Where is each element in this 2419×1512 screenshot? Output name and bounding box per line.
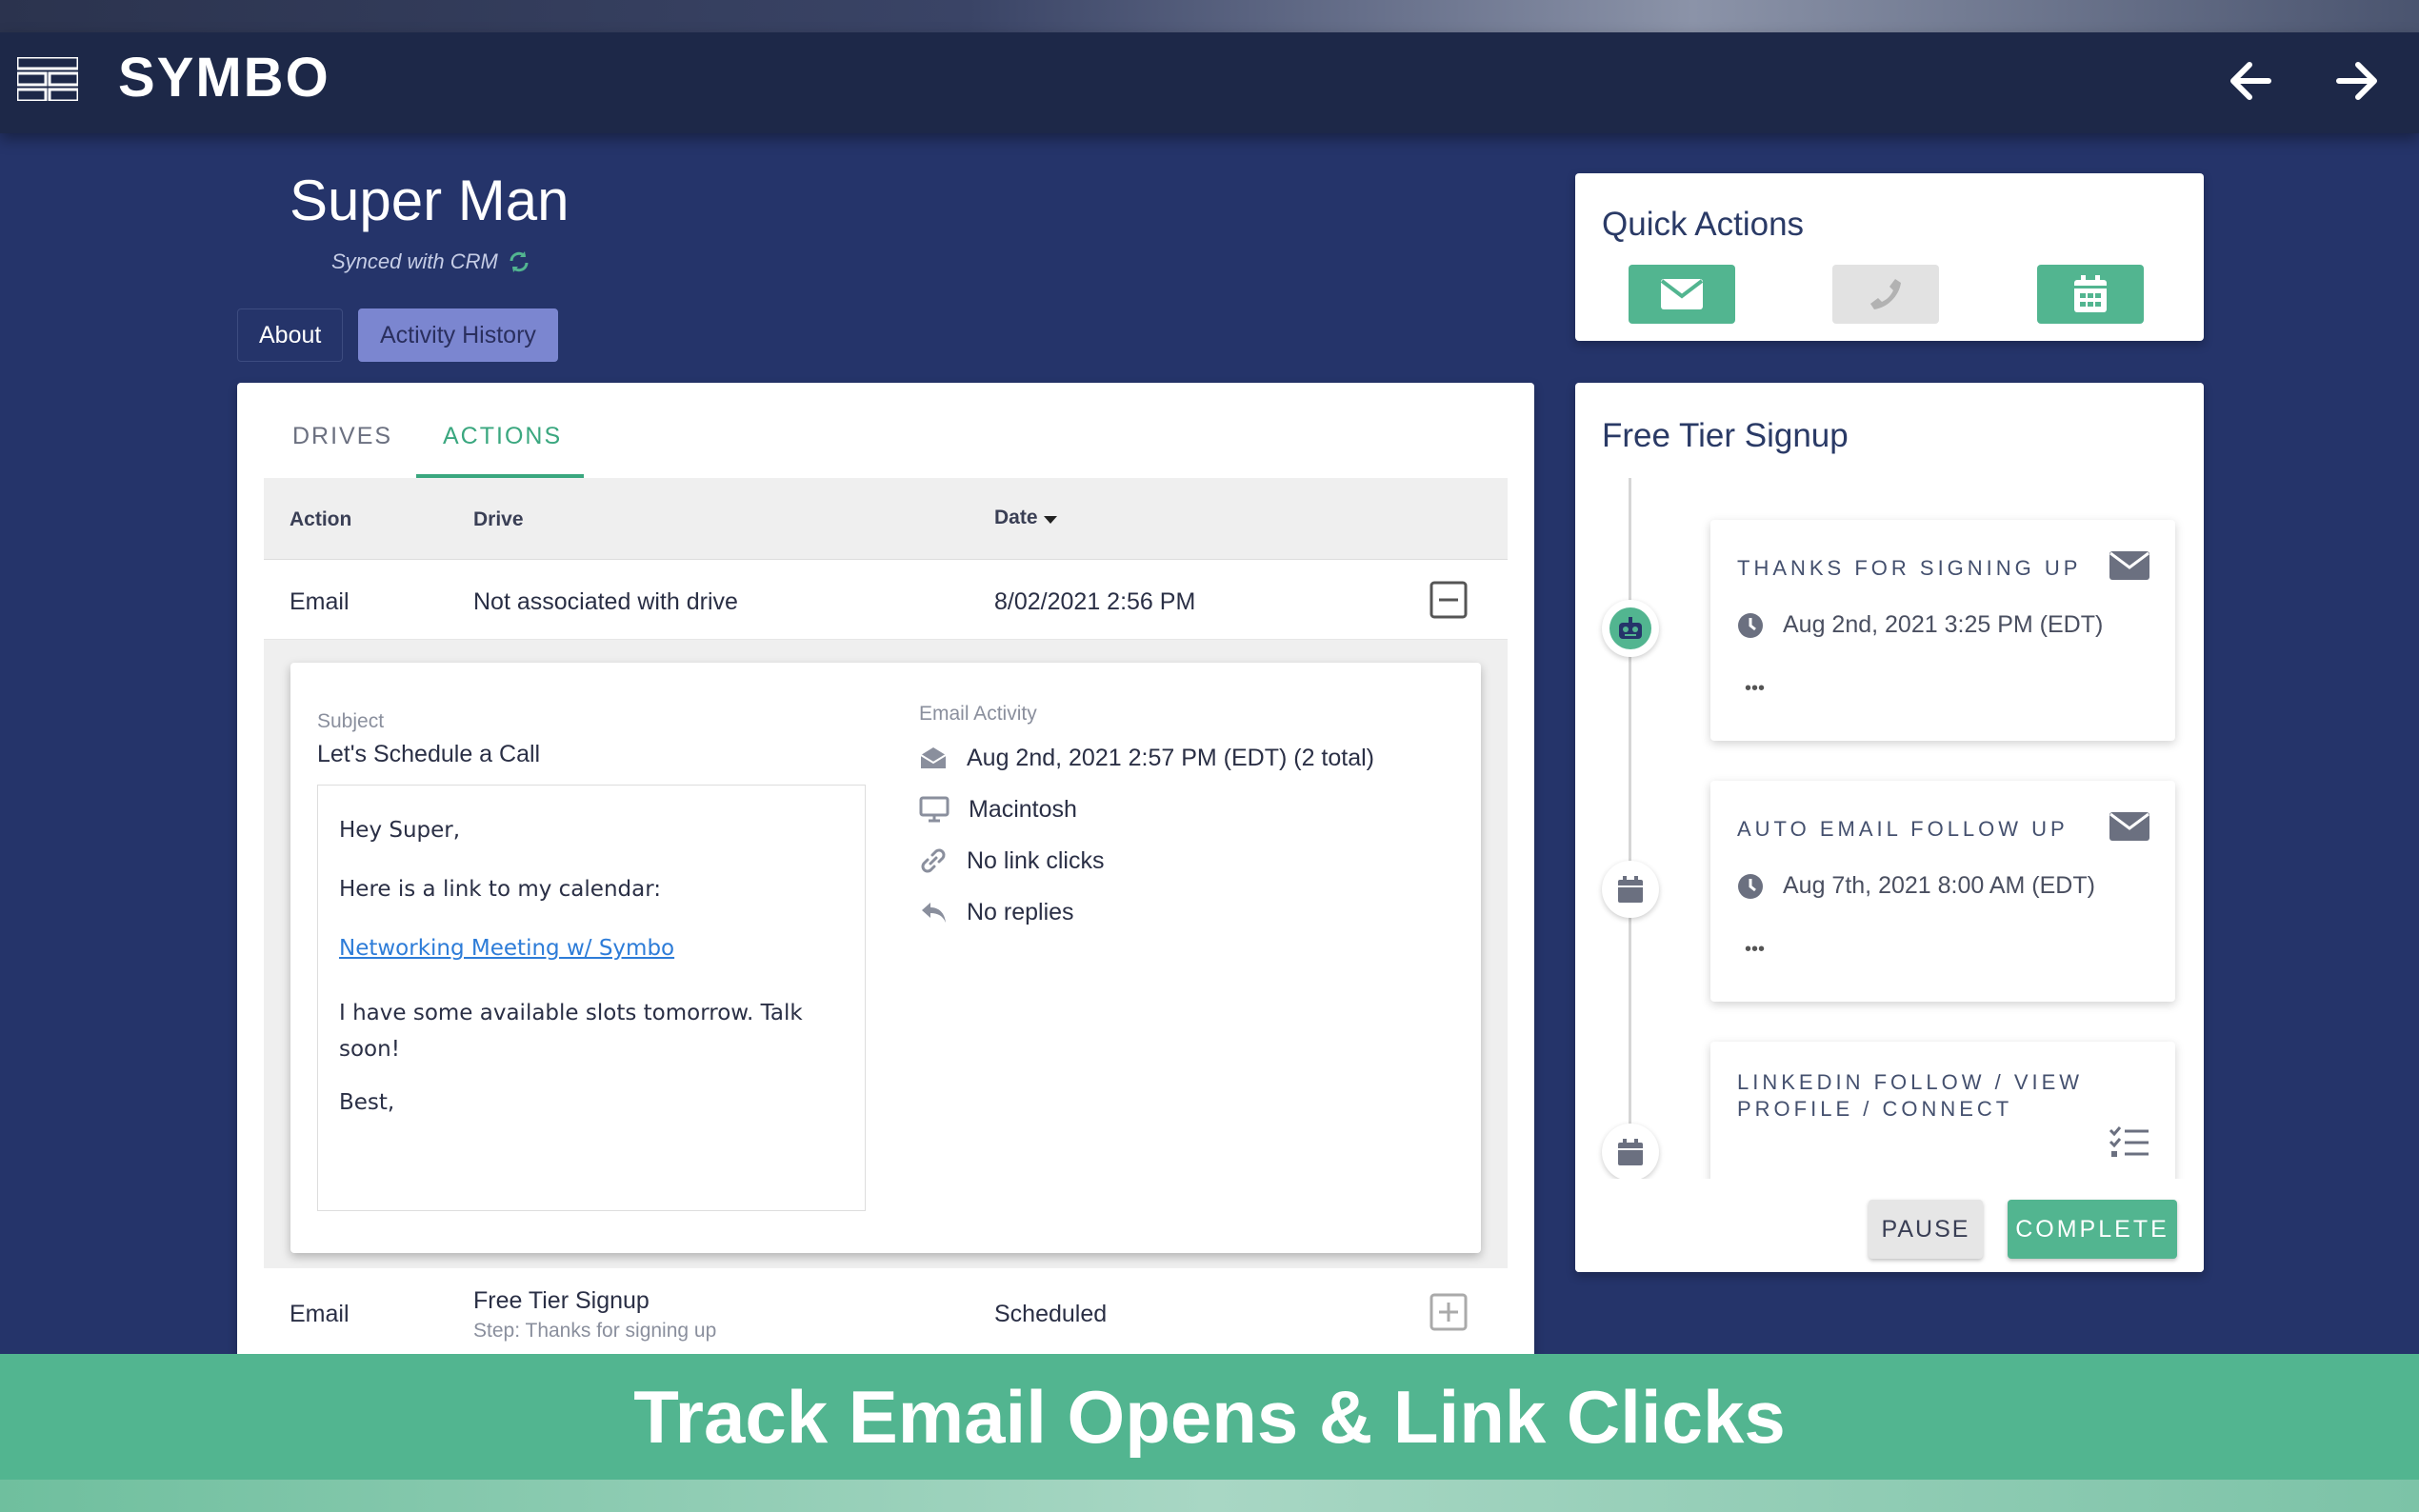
schedule-action-button[interactable] — [2037, 265, 2144, 324]
body-line2: I have some available slots tomorrow. Ta… — [339, 1001, 803, 1062]
timeline-node — [1602, 1124, 1659, 1181]
timeline-node — [1602, 600, 1659, 657]
tab-drives[interactable]: DRIVES — [292, 423, 392, 450]
reply-icon — [922, 903, 946, 923]
col-date-label: Date — [994, 507, 1038, 528]
table-row[interactable]: Email Free Tier Signup Step: Thanks for … — [264, 1268, 1508, 1363]
step-date: Aug 7th, 2021 8:00 AM (EDT) — [1783, 872, 2095, 899]
step-date-row: Aug 7th, 2021 8:00 AM (EDT) — [1737, 872, 2095, 900]
tab-activity-history-label: Activity History — [380, 321, 536, 348]
calendar-icon — [1618, 876, 1643, 903]
more-icon[interactable]: ••• — [1745, 939, 1765, 961]
drive-step[interactable]: THANKS FOR SIGNING UP Aug 2nd, 2021 3:25… — [1710, 520, 2175, 741]
bottom-strip — [0, 1480, 2419, 1512]
body-greeting: Hey Super, — [339, 818, 461, 843]
table-header: Action Drive Date — [264, 478, 1508, 560]
top-strip — [0, 0, 2419, 32]
caption-text: Track Email Opens & Link Clicks — [633, 1374, 1786, 1459]
activity-opened: Aug 2nd, 2021 2:57 PM (EDT) (2 total) — [919, 739, 1452, 777]
tab-about[interactable]: About — [237, 308, 344, 362]
contact-name: Super Man — [290, 169, 570, 232]
pause-button[interactable]: PAUSE — [1869, 1200, 1983, 1259]
activity-text: No link clicks — [967, 846, 1105, 874]
sync-status: Synced with CRM — [331, 249, 530, 274]
activity-card: DRIVES ACTIONS Action Drive Date Email N… — [237, 383, 1534, 1363]
col-action: Action — [290, 508, 352, 530]
activity-links: No link clicks — [919, 842, 1452, 880]
step-title: AUTO EMAIL FOLLOW UP — [1737, 817, 2069, 841]
body-line1: Here is a link to my calendar: — [339, 877, 662, 902]
step-date-row: Aug 2nd, 2021 3:25 PM (EDT) — [1737, 611, 2103, 639]
step-date: Aug 2nd, 2021 3:25 PM (EDT) — [1783, 611, 2104, 638]
col-date[interactable]: Date — [994, 507, 1059, 529]
calendar-link[interactable]: Networking Meeting w/ Symbo — [339, 936, 674, 961]
checklist-icon — [2109, 1126, 2149, 1157]
envelope-open-icon — [920, 747, 947, 768]
row-action: Email — [290, 588, 350, 615]
calendar-icon — [2074, 275, 2107, 312]
email-detail-card: Subject Let's Schedule a Call Hey Super,… — [290, 663, 1481, 1253]
clock-icon — [1738, 873, 1763, 899]
quick-actions-title: Quick Actions — [1602, 206, 1805, 243]
phone-icon — [1870, 279, 1901, 309]
drive-step[interactable]: AUTO EMAIL FOLLOW UP Aug 7th, 2021 8:00 … — [1710, 781, 2175, 1002]
email-body: Hey Super, Here is a link to my calendar… — [317, 785, 866, 1211]
subject-label: Subject — [317, 710, 385, 732]
more-icon[interactable]: ••• — [1745, 678, 1765, 700]
step-title-line2: PROFILE / CONNECT — [1737, 1097, 2013, 1121]
link-icon — [921, 848, 946, 873]
robot-icon — [1619, 617, 1642, 639]
row-drive: Not associated with drive — [473, 588, 738, 615]
clock-icon — [1738, 612, 1763, 638]
tab-activity-history[interactable]: Activity History — [358, 308, 558, 362]
tab-actions[interactable]: ACTIONS — [443, 423, 562, 450]
activity-text: Aug 2nd, 2021 2:57 PM (EDT) (2 total) — [967, 744, 1374, 771]
row-drive: Free Tier Signup — [473, 1287, 650, 1314]
call-action-button[interactable] — [1832, 265, 1939, 324]
email-action-button[interactable] — [1629, 265, 1735, 324]
email-activity-label: Email Activity — [919, 703, 1037, 725]
tab-about-label: About — [259, 321, 322, 348]
expand-icon[interactable] — [1429, 1293, 1468, 1331]
menu-icon[interactable] — [17, 57, 78, 101]
sort-desc-icon — [1043, 516, 1057, 524]
timeline-node — [1602, 861, 1659, 918]
sync-icon — [510, 251, 529, 272]
arrow-right-icon[interactable] — [2331, 55, 2383, 107]
arrow-left-icon[interactable] — [2225, 55, 2276, 107]
activity-text: No replies — [967, 898, 1074, 925]
drive-title: Free Tier Signup — [1602, 417, 1849, 454]
activity-replies: No replies — [919, 893, 1452, 931]
timeline-line — [1629, 478, 1631, 1179]
desktop-icon — [919, 796, 950, 823]
activity-text: Macintosh — [969, 795, 1077, 823]
drive-panel: Free Tier Signup THANKS FOR SIGNING UP A… — [1575, 383, 2204, 1272]
caption-banner: Track Email Opens & Link Clicks — [0, 1354, 2419, 1480]
calendar-icon — [1618, 1139, 1643, 1165]
envelope-icon — [2109, 551, 2149, 580]
step-title-line1: LINKEDIN FOLLOW / VIEW — [1737, 1070, 2084, 1094]
quick-actions-card: Quick Actions — [1575, 173, 2204, 341]
row-step: Step: Thanks for signing up — [473, 1320, 717, 1342]
collapse-icon[interactable] — [1429, 581, 1468, 619]
envelope-icon — [2109, 812, 2149, 841]
body-signoff: Best, — [339, 1090, 395, 1115]
table-row[interactable]: Email Not associated with drive 8/02/202… — [264, 560, 1508, 640]
drive-actions-bar: PAUSE COMPLETE — [1575, 1179, 2204, 1272]
col-drive: Drive — [473, 508, 524, 530]
navbar: SYMBO — [0, 32, 2419, 133]
subject-value: Let's Schedule a Call — [317, 741, 541, 767]
step-title: THANKS FOR SIGNING UP — [1737, 556, 2082, 580]
row-date: Scheduled — [994, 1301, 1108, 1327]
complete-button[interactable]: COMPLETE — [2008, 1200, 2177, 1259]
envelope-icon — [1660, 279, 1704, 309]
brand-logo: SYMBO — [118, 47, 330, 109]
row-action: Email — [290, 1301, 350, 1327]
row-detail-area: Subject Let's Schedule a Call Hey Super,… — [264, 640, 1508, 1268]
row-date: 8/02/2021 2:56 PM — [994, 588, 1196, 615]
activity-device: Macintosh — [919, 790, 1452, 828]
sync-status-text: Synced with CRM — [331, 249, 498, 273]
